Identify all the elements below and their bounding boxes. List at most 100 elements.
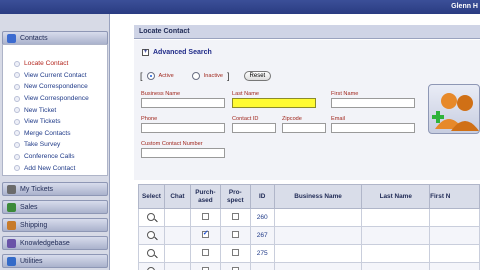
nav-item-take-survey[interactable]: Take Survey	[14, 139, 89, 151]
bullet-icon	[14, 83, 20, 90]
business-cell	[273, 244, 363, 263]
first-name-input[interactable]	[331, 98, 415, 108]
nav-item-conference-calls[interactable]: Conference Calls	[14, 151, 89, 163]
prospect-cell[interactable]	[219, 208, 251, 227]
select-cell[interactable]	[138, 208, 165, 227]
chat-cell	[163, 244, 191, 263]
phone-input[interactable]	[141, 123, 225, 133]
nav-item-label: View Tickets	[24, 118, 61, 126]
purchased-checkbox[interactable]	[201, 213, 209, 220]
magnifier-icon[interactable]	[147, 248, 156, 257]
sidebar-section-knowledgebase[interactable]: Knowledgebase	[2, 236, 108, 250]
chat-cell	[163, 208, 191, 227]
business-name-input[interactable]	[141, 98, 225, 108]
business-cell	[273, 226, 363, 245]
prospect-cell[interactable]	[219, 262, 251, 270]
nav-item-label: Take Survey	[24, 141, 61, 149]
id-cell[interactable]: 267	[249, 226, 275, 245]
first-name-cell	[429, 244, 480, 263]
nav-item-add-new-contact[interactable]: Add New Contact	[14, 162, 89, 174]
table-row[interactable]	[138, 262, 480, 270]
nav-item-view-tickets[interactable]: View Tickets	[14, 116, 89, 128]
prospect-checkbox[interactable]	[231, 213, 239, 220]
add-contact-icon[interactable]	[428, 84, 480, 134]
nav-item-view-current-contact[interactable]: View Current Contact	[14, 70, 89, 82]
header-id[interactable]: ID	[249, 184, 275, 209]
inactive-radio[interactable]	[191, 72, 200, 80]
active-radio[interactable]	[146, 72, 155, 80]
id-cell[interactable]: 260	[249, 208, 275, 227]
sidebar-section-contacts[interactable]: Contacts	[2, 31, 108, 45]
purchased-checkbox[interactable]	[201, 249, 209, 256]
bullet-icon	[14, 141, 20, 148]
business-cell	[273, 208, 363, 227]
user-name[interactable]: Glenn H	[451, 3, 478, 10]
contact-id-input[interactable]	[232, 123, 276, 133]
sidebar-section-label: Shipping	[20, 221, 48, 229]
id-cell[interactable]: 275	[249, 244, 275, 263]
header-chat[interactable]: Chat	[163, 184, 191, 209]
bullet-icon	[14, 72, 20, 79]
nav-item-label: View Correspondence	[24, 95, 89, 103]
zipcode-input[interactable]	[282, 123, 326, 133]
magnifier-icon[interactable]	[147, 230, 156, 239]
nav-item-new-correspondence[interactable]: New Correspondence	[14, 81, 89, 93]
sidebar-section-label: Utilities	[20, 257, 43, 265]
magnifier-icon[interactable]	[147, 212, 156, 221]
last-name-input[interactable]	[232, 98, 316, 108]
advanced-search-label: Advanced Search	[153, 49, 212, 56]
table-row[interactable]: 260	[138, 208, 480, 227]
select-cell[interactable]	[138, 226, 165, 245]
header-select[interactable]: Select	[138, 184, 165, 209]
magnifier-icon[interactable]	[147, 266, 156, 270]
sidebar-section-sales[interactable]: Sales	[2, 200, 108, 214]
nav-item-locate-contact[interactable]: Locate Contact	[14, 58, 89, 70]
reset-button[interactable]: Reset	[243, 71, 272, 81]
contacts-nav-list: Locate Contact View Current Contact New …	[14, 58, 89, 174]
sidebar-section-label: Contacts	[20, 34, 48, 42]
last-name-cell	[361, 244, 431, 263]
utilities-icon	[7, 256, 16, 266]
purchased-cell[interactable]	[189, 244, 221, 263]
purchased-cell[interactable]	[189, 208, 221, 227]
bullet-icon	[14, 60, 20, 67]
nav-item-label: Conference Calls	[24, 153, 75, 161]
prospect-checkbox[interactable]	[231, 249, 239, 256]
select-cell[interactable]	[138, 244, 165, 263]
nav-item-label: Locate Contact	[24, 60, 69, 68]
bullet-icon	[14, 95, 20, 102]
business-cell	[273, 262, 363, 270]
email-input[interactable]	[331, 123, 415, 133]
sidebar-section-shipping[interactable]: Shipping	[2, 218, 108, 232]
nav-item-label: Merge Contacts	[24, 129, 71, 137]
header-purchased[interactable]: Purch-ased	[189, 184, 221, 209]
purchased-cell[interactable]	[189, 262, 221, 270]
purchased-checkbox[interactable]	[201, 229, 209, 238]
advanced-search-toggle[interactable]: + Advanced Search	[142, 49, 212, 56]
sidebar-section-my-tickets[interactable]: My Tickets	[2, 182, 108, 196]
purchased-cell[interactable]	[189, 226, 221, 245]
bullet-icon	[14, 130, 20, 137]
tickets-icon	[7, 184, 16, 194]
bullet-icon	[14, 165, 20, 172]
custom-contact-number-label: Custom Contact Number	[141, 141, 203, 147]
table-row[interactable]: 267	[138, 226, 480, 245]
table-row[interactable]: 275	[138, 244, 480, 263]
header-first-name[interactable]: First N	[429, 184, 480, 209]
nav-item-merge-contacts[interactable]: Merge Contacts	[14, 128, 89, 140]
nav-item-view-correspondence[interactable]: View Correspondence	[14, 93, 89, 105]
results-table: Select Chat Purch-ased Pro-spect ID Busi…	[138, 184, 480, 270]
header-last-name[interactable]: Last Name	[361, 184, 431, 209]
id-cell[interactable]	[249, 262, 275, 270]
nav-item-new-ticket[interactable]: New Ticket	[14, 104, 89, 116]
header-business-name[interactable]: Business Name	[273, 184, 363, 209]
select-cell[interactable]	[138, 262, 165, 270]
prospect-cell[interactable]	[219, 244, 251, 263]
prospect-checkbox[interactable]	[231, 231, 239, 238]
first-name-label: First Name	[331, 91, 359, 97]
custom-contact-number-input[interactable]	[141, 148, 225, 158]
sidebar-section-utilities[interactable]: Utilities	[2, 254, 108, 268]
prospect-cell[interactable]	[219, 226, 251, 245]
header-prospect[interactable]: Pro-spect	[219, 184, 251, 209]
page-title: Locate Contact	[134, 25, 480, 39]
